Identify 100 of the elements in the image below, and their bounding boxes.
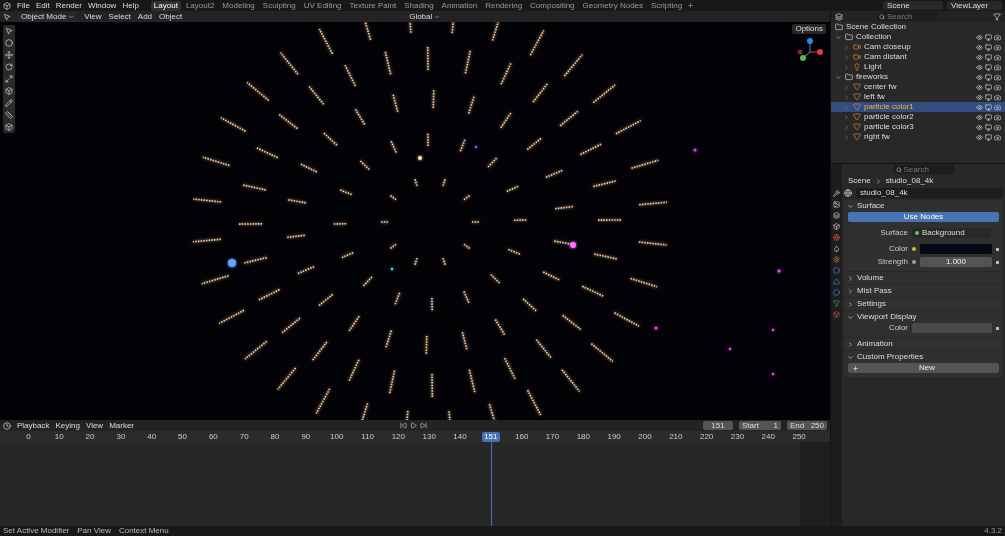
menu-item[interactable]: File xyxy=(17,0,30,11)
search-field[interactable]: Search xyxy=(877,12,937,21)
eye-icon[interactable] xyxy=(976,123,983,131)
play-icon[interactable] xyxy=(410,422,418,429)
menu-item[interactable]: Edit xyxy=(35,0,50,11)
monitor-icon[interactable] xyxy=(985,93,992,101)
camera-icon[interactable] xyxy=(994,83,1001,91)
workspace-tab[interactable]: Shading xyxy=(401,0,437,11)
panel-header[interactable]: Volume xyxy=(844,272,1003,284)
viewport[interactable]: Options xyxy=(0,22,830,420)
workspace-tab[interactable]: Rendering xyxy=(482,0,526,11)
workspace-tab[interactable]: Modeling xyxy=(219,0,258,11)
outliner-row[interactable]: Light xyxy=(831,62,1005,72)
chevron-icon[interactable] xyxy=(835,33,842,41)
chevron-icon[interactable] xyxy=(835,73,842,81)
workspace-tab[interactable]: Sculpting xyxy=(259,0,299,11)
outliner-row[interactable]: particle color2 xyxy=(831,112,1005,122)
menu-item[interactable]: Keying xyxy=(55,420,80,431)
outliner-row[interactable]: right fw xyxy=(831,132,1005,142)
outliner-row[interactable]: Collection xyxy=(831,32,1005,42)
property-tab-icon[interactable] xyxy=(833,234,840,241)
playhead-label[interactable]: 151 xyxy=(482,431,500,442)
camera-icon[interactable] xyxy=(994,93,1001,101)
workspace-tab[interactable]: UV Editing xyxy=(300,0,345,11)
camera-icon[interactable] xyxy=(994,123,1001,131)
monitor-icon[interactable] xyxy=(985,103,992,111)
eye-icon[interactable] xyxy=(976,63,983,71)
workspace-tab[interactable]: Scripting xyxy=(648,0,686,11)
menu-item[interactable]: Window xyxy=(87,0,117,11)
workspace-tab[interactable]: Texture Paint xyxy=(346,0,400,11)
view-layer-field[interactable]: ViewLayer xyxy=(947,1,1002,10)
menu-item[interactable]: Marker xyxy=(109,420,135,431)
new-button[interactable]: New xyxy=(848,363,999,373)
use-nodes-button[interactable]: Use Nodes xyxy=(848,212,999,222)
monitor-icon[interactable] xyxy=(985,63,992,71)
eye-icon[interactable] xyxy=(976,83,983,91)
monitor-icon[interactable] xyxy=(985,43,992,51)
menu-item[interactable]: Playback xyxy=(17,420,50,431)
property-tab-icon[interactable] xyxy=(833,256,840,263)
tool-icon[interactable] xyxy=(5,75,13,83)
camera-icon[interactable] xyxy=(994,43,1001,51)
outliner-row[interactable]: center fw xyxy=(831,82,1005,92)
menu-item[interactable]: Select xyxy=(108,11,131,22)
eye-icon[interactable] xyxy=(976,43,983,51)
monitor-icon[interactable] xyxy=(985,83,992,91)
camera-icon[interactable] xyxy=(994,103,1001,111)
eye-icon[interactable] xyxy=(976,53,983,61)
workspace-tab[interactable]: Geometry Nodes xyxy=(579,0,647,11)
menu-item[interactable]: Add xyxy=(137,11,153,22)
menu-item[interactable]: Help xyxy=(122,0,139,11)
color-swatch[interactable] xyxy=(912,323,992,333)
outliner-row[interactable]: fireworks xyxy=(831,72,1005,82)
start-frame-field[interactable]: Start 1 xyxy=(739,421,781,430)
world-field[interactable]: studio_08_4k xyxy=(856,187,1003,198)
workspace-tab[interactable]: Compositing xyxy=(527,0,578,11)
menu-item[interactable]: View xyxy=(84,11,102,22)
camera-icon[interactable] xyxy=(994,133,1001,141)
world-icon[interactable] xyxy=(844,188,852,197)
tool-icon[interactable] xyxy=(5,63,13,71)
eye-icon[interactable] xyxy=(976,93,983,101)
tool-icon[interactable] xyxy=(5,123,13,131)
search-field[interactable]: Search xyxy=(893,165,954,174)
mode-dropdown[interactable]: Object Mode xyxy=(18,11,78,22)
camera-icon[interactable] xyxy=(994,113,1001,121)
monitor-icon[interactable] xyxy=(985,123,992,131)
scene-field[interactable]: Scene xyxy=(883,1,943,10)
panel-header[interactable]: Animation xyxy=(844,338,1003,350)
orientation-dropdown[interactable]: Global xyxy=(409,11,441,22)
panel-header[interactable]: Viewport Display xyxy=(844,311,1003,323)
camera-icon[interactable] xyxy=(994,53,1001,61)
outliner-row[interactable]: Cam distant xyxy=(831,52,1005,62)
editor-type-icon[interactable] xyxy=(3,421,11,430)
eye-icon[interactable] xyxy=(976,133,983,141)
editor-type-icon[interactable] xyxy=(3,12,11,21)
add-icon[interactable] xyxy=(687,2,695,9)
monitor-icon[interactable] xyxy=(985,133,992,141)
tool-icon[interactable] xyxy=(5,111,13,119)
eye-icon[interactable] xyxy=(976,33,983,41)
editor-type-icon[interactable] xyxy=(835,12,843,21)
panel-header[interactable]: Settings xyxy=(844,298,1003,310)
app-logo-icon[interactable] xyxy=(3,1,11,10)
tool-icon[interactable] xyxy=(5,51,13,59)
outliner-row[interactable]: particle color3 xyxy=(831,122,1005,132)
monitor-icon[interactable] xyxy=(985,53,992,61)
outliner-row[interactable]: left fw xyxy=(831,92,1005,102)
menu-item[interactable]: View xyxy=(85,420,104,431)
panel-header[interactable]: Mist Pass xyxy=(844,285,1003,297)
panel-header[interactable]: Custom Properties xyxy=(844,351,1003,363)
workspace-tab[interactable]: Animation xyxy=(438,0,481,11)
menu-item[interactable]: Render xyxy=(55,0,82,11)
camera-icon[interactable] xyxy=(994,63,1001,71)
camera-icon[interactable] xyxy=(994,73,1001,81)
options-button[interactable]: Options xyxy=(792,24,826,34)
eye-icon[interactable] xyxy=(976,103,983,111)
menu-item[interactable]: Object xyxy=(159,11,183,22)
tool-icon[interactable] xyxy=(5,99,13,107)
current-frame-field[interactable]: 151 xyxy=(703,421,733,430)
color-swatch[interactable] xyxy=(920,244,992,254)
eye-icon[interactable] xyxy=(976,113,983,121)
panel-header[interactable]: Surface xyxy=(844,200,1003,212)
